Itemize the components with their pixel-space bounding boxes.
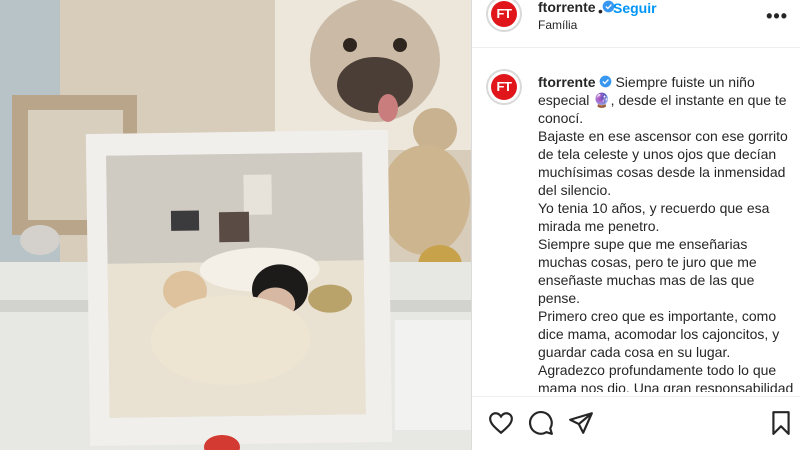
more-options-icon[interactable]: ••• [766, 6, 788, 27]
bookmark-icon[interactable] [768, 410, 794, 436]
caption-area: FT ftorrente Siempre fuiste un niño espe… [472, 47, 800, 392]
header-username[interactable]: ftorrente [538, 0, 615, 15]
caption-line-6: Agradezco profundamente todo lo que mama… [538, 362, 794, 392]
caption-username[interactable]: ftorrente [538, 74, 596, 90]
caption-avatar[interactable]: FT [486, 69, 522, 105]
caption-line-1: ftorrente Siempre fuiste un niño especia… [538, 73, 796, 127]
username-text: ftorrente [538, 0, 596, 15]
post-header: FT ftorrente • Seguir Família ••• [472, 0, 800, 48]
separator-dot: • [598, 3, 603, 19]
share-icon[interactable] [568, 410, 594, 436]
caption-line-5: Primero creo que es importante, como dic… [538, 308, 780, 360]
post-image[interactable] [0, 0, 471, 450]
action-bar [472, 396, 800, 451]
caption-avatar-logo: FT [491, 74, 517, 100]
follow-button[interactable]: Seguir [613, 0, 657, 16]
post-panel: FT ftorrente • Seguir Família ••• FT fto… [471, 0, 800, 450]
caption-text: ftorrente Siempre fuiste un niño especia… [538, 73, 796, 392]
comment-icon[interactable] [528, 410, 554, 436]
avatar-logo: FT [491, 1, 517, 27]
verified-badge-icon [599, 75, 611, 88]
post-photo [0, 0, 471, 450]
caption-line-2: Bajaste en ese ascensor con ese gorrito … [538, 128, 788, 198]
heart-icon[interactable] [488, 410, 514, 436]
avatar[interactable]: FT [486, 0, 522, 32]
caption-line-4: Siempre supe que me enseñarias muchas co… [538, 236, 757, 306]
caption-line-3: Yo tenia 10 años, y recuerdo que esa mir… [538, 200, 770, 234]
post-location[interactable]: Família [538, 18, 577, 32]
